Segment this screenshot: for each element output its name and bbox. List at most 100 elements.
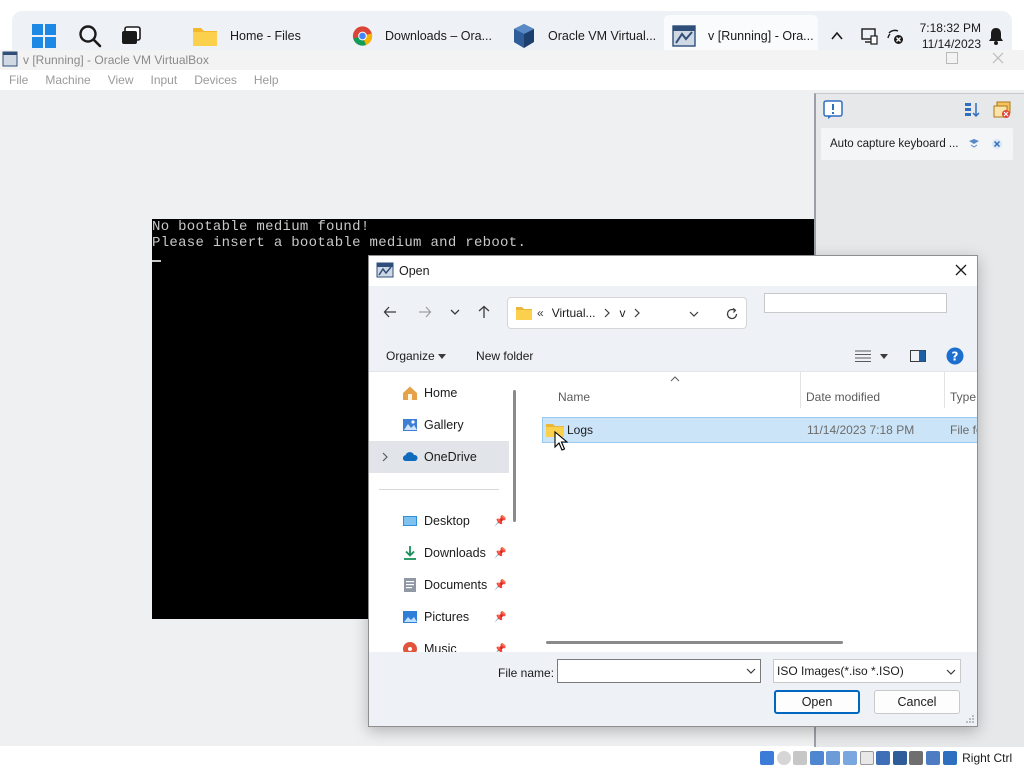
- caret-down-icon: [438, 353, 447, 359]
- dialog-close-button[interactable]: [945, 256, 977, 284]
- arrow-left-icon: [383, 306, 396, 318]
- new-folder-button[interactable]: New folder: [476, 349, 533, 363]
- virtualization-icon[interactable]: [892, 751, 907, 765]
- cancel-button[interactable]: Cancel: [874, 690, 960, 714]
- organize-button[interactable]: Organize: [386, 349, 447, 363]
- nav-pane-scrollbar[interactable]: [513, 390, 516, 522]
- menu-view[interactable]: View: [108, 73, 134, 87]
- search-icon: [79, 25, 102, 48]
- task-view-icon: [122, 26, 141, 44]
- host-key-label[interactable]: Right Ctrl: [962, 751, 1012, 765]
- view-options-icon[interactable]: [855, 350, 871, 362]
- audio-icon[interactable]: [793, 751, 808, 765]
- address-dropdown-icon[interactable]: [689, 309, 699, 319]
- pin-icon[interactable]: 📌: [494, 516, 506, 527]
- chevron-right-icon[interactable]: [633, 308, 641, 318]
- open-button[interactable]: Open: [774, 690, 860, 714]
- notification-close-icon[interactable]: [991, 138, 1003, 150]
- nav-item-label: Home: [424, 386, 458, 400]
- nav-item-pictures[interactable]: Pictures 📌: [369, 601, 509, 633]
- address-segment[interactable]: Virtual...: [552, 306, 596, 320]
- pin-icon[interactable]: 📌: [494, 548, 506, 559]
- pin-icon[interactable]: 📌: [494, 644, 506, 653]
- folder-icon: [193, 28, 217, 46]
- folder-icon: [516, 307, 532, 320]
- menu-input[interactable]: Input: [151, 73, 178, 87]
- open-dialog: Open « Virtual... v Organize New folder …: [368, 255, 978, 727]
- mouse-integration-icon[interactable]: [925, 751, 940, 765]
- mouse-pointer-icon: [554, 431, 568, 451]
- file-date: 11/14/2023 7:18 PM: [807, 423, 915, 437]
- menu-devices[interactable]: Devices: [194, 73, 237, 87]
- address-segment[interactable]: v: [620, 306, 626, 320]
- toggle-sort-icon[interactable]: [964, 101, 982, 119]
- dialog-title: Open: [399, 264, 430, 278]
- usb-icon[interactable]: [826, 751, 841, 765]
- cpu-icon[interactable]: [909, 751, 924, 765]
- shared-folders-icon[interactable]: [842, 751, 857, 765]
- nav-item-label: OneDrive: [424, 450, 477, 464]
- menu-help[interactable]: Help: [254, 73, 279, 87]
- file-list-scrollbar[interactable]: [546, 641, 843, 644]
- notification-card[interactable]: Auto capture keyboard ...: [821, 128, 1013, 160]
- dialog-navigation-bar: « Virtual... v: [369, 286, 977, 340]
- preview-pane-icon[interactable]: [910, 350, 926, 362]
- pin-icon[interactable]: 📌: [494, 612, 506, 623]
- menu-file[interactable]: File: [9, 73, 28, 87]
- nav-item-music[interactable]: Music 📌: [369, 633, 509, 652]
- keyboard-capture-icon[interactable]: [942, 751, 957, 765]
- address-overflow[interactable]: «: [537, 306, 544, 320]
- vm-window-icon: [672, 25, 696, 47]
- resize-grip-icon[interactable]: [965, 714, 975, 724]
- recent-locations-button[interactable]: [441, 298, 469, 326]
- view-dropdown-icon[interactable]: [880, 354, 888, 360]
- maximize-button[interactable]: [946, 52, 958, 64]
- nav-item-desktop[interactable]: Desktop 📌: [369, 505, 509, 537]
- up-button[interactable]: [470, 298, 498, 326]
- dismiss-all-icon[interactable]: [993, 101, 1011, 119]
- menu-machine[interactable]: Machine: [45, 73, 90, 87]
- network-disconnected-icon: [887, 29, 903, 44]
- tray-clock[interactable]: 7:18:32 PM 11/14/2023: [920, 20, 981, 52]
- hard-disk-icon[interactable]: [760, 751, 774, 765]
- recording-icon[interactable]: [876, 751, 891, 765]
- network-icon[interactable]: [809, 751, 824, 765]
- column-separator[interactable]: [800, 372, 801, 408]
- expand-chevron-icon[interactable]: [381, 452, 389, 462]
- nav-item-home[interactable]: Home: [369, 377, 509, 409]
- nav-item-gallery[interactable]: Gallery: [369, 409, 509, 441]
- file-row[interactable]: Logs 11/14/2023 7:18 PM File fo: [542, 417, 977, 443]
- notification-help-icon[interactable]: [968, 138, 980, 150]
- chevron-down-icon: [450, 309, 460, 315]
- optical-drive-icon[interactable]: [776, 751, 791, 765]
- search-input[interactable]: [764, 293, 947, 313]
- column-header-date[interactable]: Date modified: [806, 390, 880, 404]
- column-separator[interactable]: [944, 372, 945, 408]
- back-button[interactable]: [376, 298, 404, 326]
- download-icon: [404, 546, 416, 560]
- chevron-right-icon[interactable]: [603, 308, 611, 318]
- arrow-right-icon: [419, 306, 432, 318]
- nav-item-documents[interactable]: Documents 📌: [369, 569, 509, 601]
- file-name-input[interactable]: [557, 659, 761, 683]
- address-bar[interactable]: « Virtual... v: [507, 297, 747, 329]
- file-name-dropdown-icon[interactable]: [746, 668, 756, 675]
- file-type-select[interactable]: ISO Images(*.iso *.ISO): [773, 659, 961, 683]
- pictures-icon: [403, 611, 417, 623]
- display-settings-icon[interactable]: [859, 751, 874, 765]
- column-header-type[interactable]: Type: [950, 390, 976, 404]
- column-header-name[interactable]: Name: [558, 390, 590, 404]
- chevron-down-icon: [946, 669, 956, 675]
- display-icon: [861, 28, 878, 45]
- help-icon[interactable]: ?: [946, 347, 964, 365]
- file-name: Logs: [567, 423, 594, 437]
- windows-logo-icon: [32, 24, 56, 48]
- refresh-icon[interactable]: [725, 307, 739, 321]
- forward-button[interactable]: [411, 298, 439, 326]
- notification-center-icon[interactable]: [823, 100, 843, 120]
- nav-item-onedrive[interactable]: OneDrive: [369, 441, 509, 473]
- pin-icon[interactable]: 📌: [494, 580, 506, 591]
- virtualbox-icon: [514, 24, 534, 48]
- nav-item-downloads[interactable]: Downloads 📌: [369, 537, 509, 569]
- vbox-close-icon[interactable]: [992, 52, 1004, 64]
